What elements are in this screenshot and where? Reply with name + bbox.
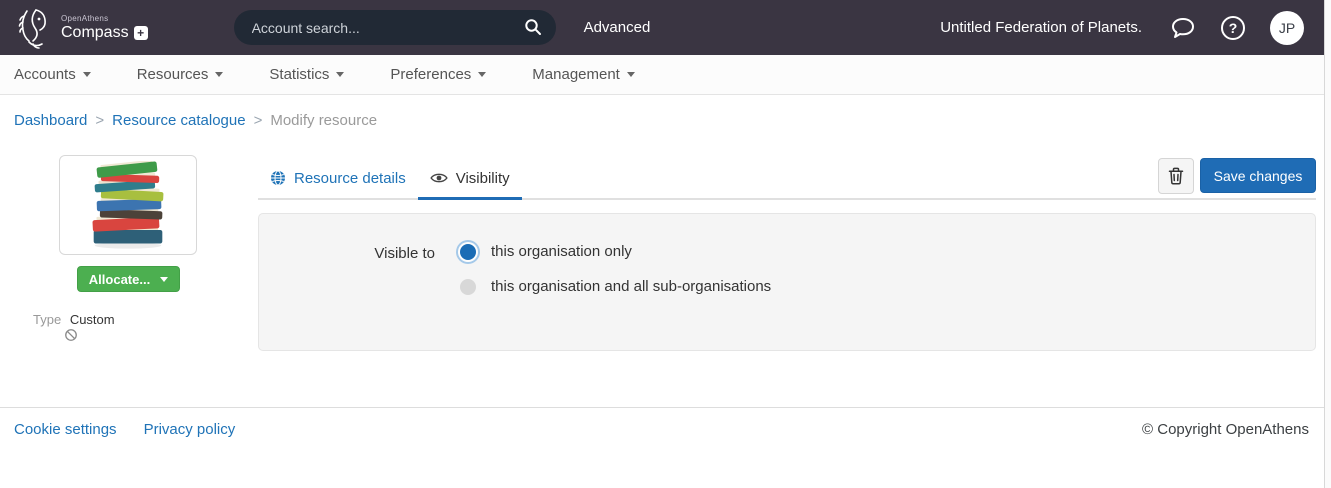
delete-resource-button[interactable] [1158, 158, 1194, 194]
resource-type-row: Type Custom [33, 312, 115, 327]
radio-option-organisation-and-sub-organisations[interactable]: this organisation and all sub-organisati… [460, 278, 771, 295]
tab-resource-details[interactable]: Resource details [258, 158, 418, 198]
save-changes-button[interactable]: Save changes [1200, 158, 1316, 193]
visibility-panel: Visible to this organisation only this o… [258, 213, 1316, 351]
trash-icon [1168, 167, 1184, 185]
nav-item-management[interactable]: Management [532, 66, 635, 83]
visible-to-label: Visible to [259, 245, 435, 262]
help-button[interactable]: ? [1220, 15, 1246, 41]
nav-item-preferences[interactable]: Preferences [390, 66, 486, 83]
openathens-owl-icon [14, 6, 54, 50]
vertical-scrollbar[interactable] [1324, 0, 1331, 488]
breadcrumb-resource-catalogue[interactable]: Resource catalogue [112, 112, 245, 129]
chevron-down-icon [83, 72, 91, 77]
copyright-text: © Copyright OpenAthens [1142, 421, 1309, 488]
nav-item-statistics[interactable]: Statistics [269, 66, 344, 83]
breadcrumb-modify-resource: Modify resource [270, 112, 377, 129]
tab-visibility[interactable]: Visibility [418, 158, 522, 198]
nav-item-resources[interactable]: Resources [137, 66, 224, 83]
account-search-input[interactable] [234, 10, 556, 45]
chevron-down-icon [215, 72, 223, 77]
top-header-bar: OpenAthens Compass + Advanced Untitled F… [0, 0, 1324, 55]
federation-name: Untitled Federation of Planets. [940, 19, 1142, 36]
nav-item-accounts[interactable]: Accounts [14, 66, 91, 83]
user-avatar[interactable]: JP [1270, 11, 1304, 45]
breadcrumb-separator: > [254, 112, 263, 129]
chevron-down-icon [160, 277, 168, 282]
type-value: Custom [70, 312, 115, 327]
advanced-search-link[interactable]: Advanced [584, 19, 651, 36]
account-search [234, 10, 556, 45]
chevron-down-icon [627, 72, 635, 77]
chat-button[interactable] [1170, 15, 1196, 41]
globe-icon [270, 170, 286, 186]
breadcrumb-separator: > [95, 112, 104, 129]
breadcrumb-dashboard[interactable]: Dashboard [14, 112, 87, 129]
not-allowed-icon [64, 328, 78, 342]
resource-thumbnail-card [59, 155, 197, 255]
brand-compass-label: Compass [61, 25, 129, 41]
privacy-policy-link[interactable]: Privacy policy [144, 421, 236, 488]
brand-openathens-label: OpenAthens [61, 15, 148, 23]
chat-bubble-icon [1170, 16, 1196, 40]
eye-icon [430, 171, 448, 185]
search-icon[interactable] [524, 18, 542, 36]
chevron-down-icon [478, 72, 486, 77]
plus-badge-icon: + [134, 26, 148, 40]
type-label: Type [33, 312, 61, 327]
help-icon: ? [1221, 16, 1245, 40]
openathens-compass-logo[interactable]: OpenAthens Compass + [14, 6, 148, 50]
cookie-settings-link[interactable]: Cookie settings [14, 421, 117, 488]
allocate-button[interactable]: Allocate... [77, 266, 180, 292]
main-nav: Accounts Resources Statistics Preference… [0, 55, 1324, 95]
radio-selected-icon[interactable] [460, 244, 476, 260]
footer: Cookie settings Privacy policy © Copyrig… [0, 407, 1324, 488]
radio-unselected-icon[interactable] [460, 279, 476, 295]
chevron-down-icon [336, 72, 344, 77]
radio-option-this-organisation-only[interactable]: this organisation only [460, 243, 632, 260]
breadcrumb: Dashboard > Resource catalogue > Modify … [14, 112, 377, 129]
page: OpenAthens Compass + Advanced Untitled F… [0, 0, 1331, 488]
resource-thumbnail-image [76, 161, 180, 249]
